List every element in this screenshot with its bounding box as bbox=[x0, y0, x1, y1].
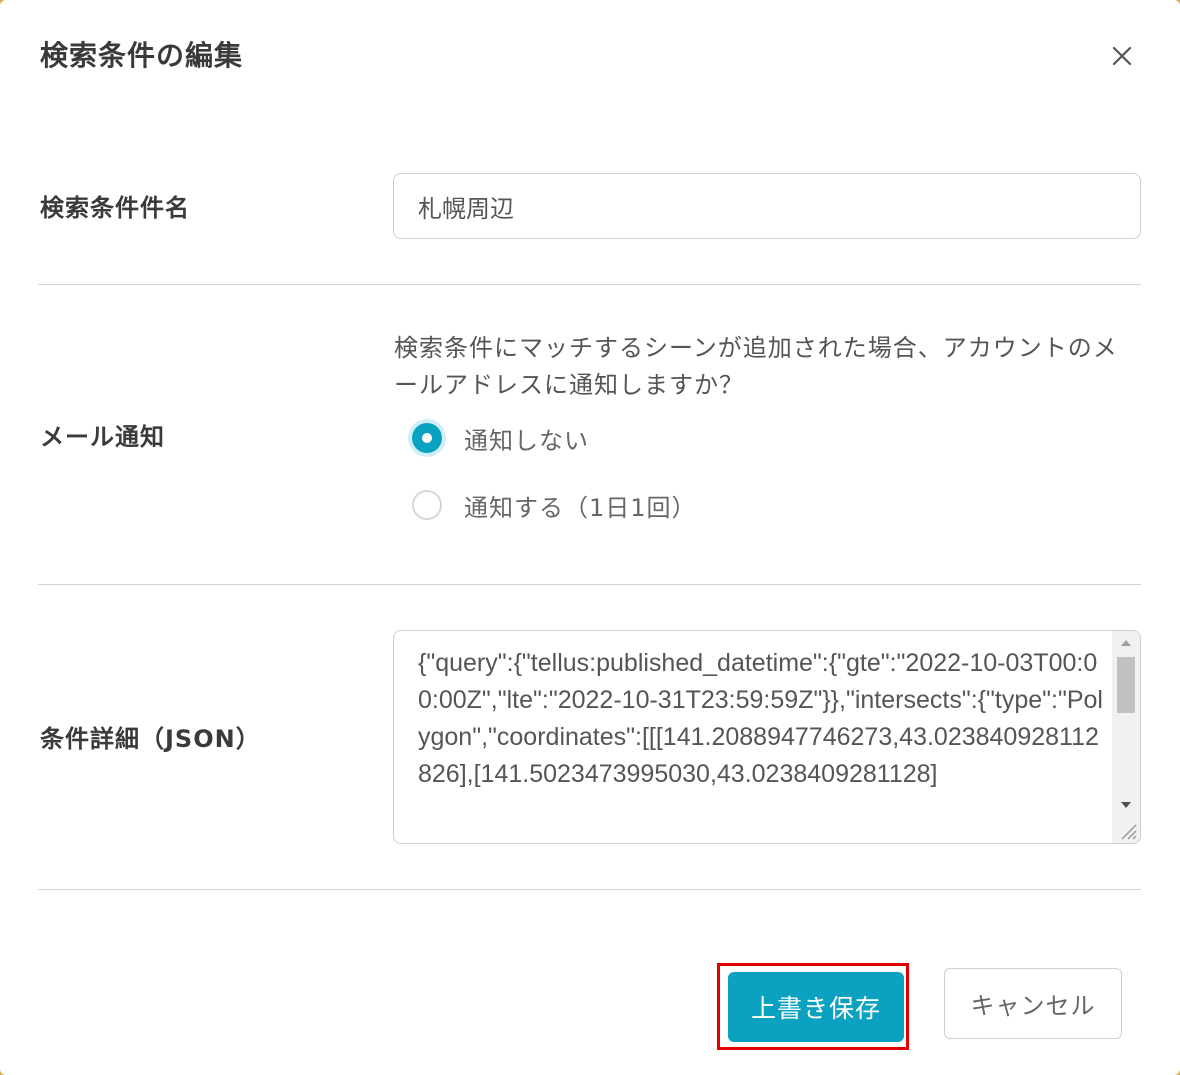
edit-search-condition-dialog: 検索条件の編集 検索条件件名 メール通知 検索条件にマッチするシーンが追加された… bbox=[0, 0, 1180, 1075]
scroll-down-arrow-icon[interactable] bbox=[1112, 795, 1140, 815]
radio-label: 通知しない bbox=[464, 426, 589, 455]
name-label: 検索条件件名 bbox=[40, 194, 190, 222]
radio-button[interactable] bbox=[412, 490, 442, 520]
scrollbar[interactable] bbox=[1112, 631, 1140, 843]
email-notify-label: メール通知 bbox=[40, 423, 165, 451]
divider bbox=[38, 889, 1141, 890]
radio-notify-daily[interactable]: 通知する（1日1回） bbox=[412, 488, 697, 522]
scroll-up-arrow-icon[interactable] bbox=[1112, 633, 1140, 653]
json-detail-textarea[interactable]: {"query":{"tellus:published_datetime":{"… bbox=[393, 630, 1141, 844]
json-detail-content: {"query":{"tellus:published_datetime":{"… bbox=[418, 649, 1103, 788]
radio-label: 通知する（1日1回） bbox=[464, 493, 697, 522]
radio-no-notify[interactable]: 通知しない bbox=[412, 421, 589, 455]
divider bbox=[38, 284, 1141, 285]
save-button-highlight: 上書き保存 bbox=[717, 963, 909, 1050]
email-notify-description: 検索条件にマッチするシーンが追加された場合、アカウントのメールアドレスに通知しま… bbox=[394, 334, 1118, 399]
close-button[interactable] bbox=[1106, 40, 1138, 72]
radio-button-checked[interactable] bbox=[412, 423, 442, 453]
scroll-thumb[interactable] bbox=[1117, 657, 1135, 713]
json-detail-label: 条件詳細（JSON） bbox=[40, 725, 261, 753]
cancel-button[interactable]: キャンセル bbox=[944, 968, 1122, 1039]
resize-grip-icon[interactable] bbox=[1116, 819, 1138, 841]
condition-name-input[interactable] bbox=[393, 173, 1141, 239]
overwrite-save-button[interactable]: 上書き保存 bbox=[728, 972, 904, 1042]
dialog-title: 検索条件の編集 bbox=[40, 39, 244, 72]
divider bbox=[38, 584, 1141, 585]
close-icon bbox=[1112, 46, 1132, 66]
